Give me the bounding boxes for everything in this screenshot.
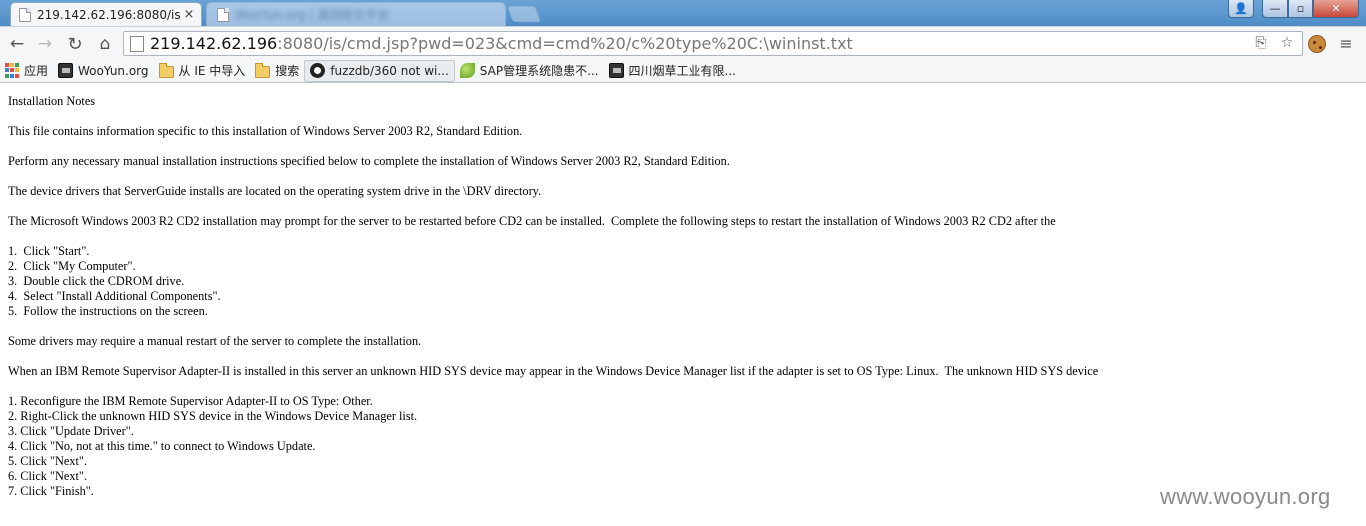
site-icon: [608, 63, 624, 78]
folder-icon: [158, 62, 174, 78]
doc-list-item: 4. Select "Install Additional Components…: [8, 289, 221, 303]
bookmark-label: SAP管理系统隐患不...: [479, 64, 599, 78]
doc-list-item: 6. Click "Next".: [8, 469, 88, 483]
user-icon: 👤: [1228, 0, 1254, 18]
bookmark-fuzzdb[interactable]: fuzzdb/360 not wi...: [304, 59, 455, 82]
title-bar: 219.142.62.196:8080/is/ × WooYun.org | 漏…: [0, 0, 1366, 26]
translate-icon[interactable]: ⎘: [1252, 35, 1270, 51]
bookmark-folder-search[interactable]: 搜索: [250, 60, 304, 82]
bookmark-label: 四川烟草工业有限...: [628, 64, 736, 78]
tab-inactive[interactable]: WooYun.org | 漏洞提交平台: [206, 2, 506, 26]
page-content: Installation Notes This file contains in…: [0, 84, 1366, 526]
tab-active[interactable]: 219.142.62.196:8080/is/ ×: [10, 2, 202, 26]
doc-list-item: 4. Click "No, not at this time." to conn…: [8, 439, 316, 453]
doc-list-item: 3. Click "Update Driver".: [8, 424, 134, 438]
doc-line: This file contains information specific …: [8, 124, 523, 138]
watermark: www.wooyun.org: [1160, 484, 1331, 509]
browser-toolbar: ← → ↻ ⌂ 219.142.62.196 :8080/is/cmd.jsp?…: [0, 26, 1366, 59]
github-icon: [310, 63, 326, 78]
bookmark-label: 从 IE 中导入: [178, 64, 246, 78]
bookmark-apps[interactable]: 应用: [0, 60, 53, 82]
bookmark-label: WooYun.org: [78, 63, 149, 78]
bookmark-sap[interactable]: SAP管理系统隐患不...: [455, 60, 604, 82]
doc-line: Some drivers may require a manual restar…: [8, 334, 422, 348]
site-icon: [58, 63, 74, 78]
apps-icon: [5, 63, 19, 78]
doc-list-item: 1. Click "Start".: [8, 244, 90, 258]
folder-icon: [255, 62, 271, 78]
doc-list-item: 3. Double click the CDROM drive.: [8, 274, 185, 288]
doc-list-item: 5. Follow the instructions on the screen…: [8, 304, 208, 318]
star-icon[interactable]: ☆: [1278, 35, 1296, 51]
doc-list-item: 2. Right-Click the unknown HID SYS devic…: [8, 409, 418, 423]
bookmark-label: 搜索: [275, 64, 300, 78]
back-icon[interactable]: ←: [6, 33, 28, 55]
doc-line: Perform any necessary manual installatio…: [8, 154, 730, 168]
doc-line: When an IBM Remote Supervisor Adapter-II…: [8, 364, 1099, 378]
url-path: :8080/is/cmd.jsp?pwd=023&cmd=cmd%20/c%20…: [277, 34, 853, 53]
reload-icon[interactable]: ↻: [64, 33, 86, 55]
page-icon: [217, 7, 229, 22]
address-bar[interactable]: 219.142.62.196 :8080/is/cmd.jsp?pwd=023&…: [123, 31, 1303, 56]
doc-list-item: 7. Click "Finish".: [8, 484, 94, 498]
menu-icon[interactable]: ≡: [1338, 34, 1354, 53]
doc-list-item: 2. Click "My Computer".: [8, 259, 136, 273]
home-icon[interactable]: ⌂: [94, 33, 116, 55]
maximize-button[interactable]: ▫: [1288, 0, 1313, 18]
close-button[interactable]: ✕: [1313, 0, 1359, 18]
bookmark-label: fuzzdb/360 not wi...: [330, 63, 449, 78]
cookie-icon[interactable]: [1308, 35, 1326, 53]
doc-list-item: 5. Click "Next".: [8, 454, 88, 468]
doc-heading: Installation Notes: [8, 94, 96, 108]
tab-close-icon[interactable]: ×: [181, 7, 197, 22]
address-bar-actions: ⎘ ☆: [1252, 35, 1296, 51]
window-controls: — ▫ ✕: [1262, 0, 1359, 18]
tab-title: WooYun.org | 漏洞提交平台: [235, 8, 390, 22]
doc-line: The Microsoft Windows 2003 R2 CD2 instal…: [8, 214, 1056, 228]
forward-icon[interactable]: →: [34, 33, 56, 55]
doc-line: The device drivers that ServerGuide inst…: [8, 184, 542, 198]
url-host: 219.142.62.196: [150, 34, 278, 53]
bookmark-folder-ie-import[interactable]: 从 IE 中导入: [154, 60, 251, 82]
tab-title: 219.142.62.196:8080/is/: [37, 7, 181, 22]
user-menu-button[interactable]: 👤: [1228, 0, 1254, 18]
leaf-icon: [459, 63, 475, 78]
minimize-button[interactable]: —: [1262, 0, 1288, 18]
doc-list-item: 1. Reconfigure the IBM Remote Supervisor…: [8, 394, 373, 408]
bookmarks-bar: 应用 WooYun.org 从 IE 中导入 搜索 fuzzdb/360 not…: [0, 59, 1366, 83]
bookmark-wooyun[interactable]: WooYun.org: [53, 60, 154, 82]
new-tab-button[interactable]: [507, 6, 541, 22]
page-icon: [19, 7, 31, 22]
bookmark-sichuan-tobacco[interactable]: 四川烟草工业有限...: [604, 60, 741, 82]
bookmark-label: 应用: [24, 64, 49, 78]
page-icon: [130, 35, 144, 52]
